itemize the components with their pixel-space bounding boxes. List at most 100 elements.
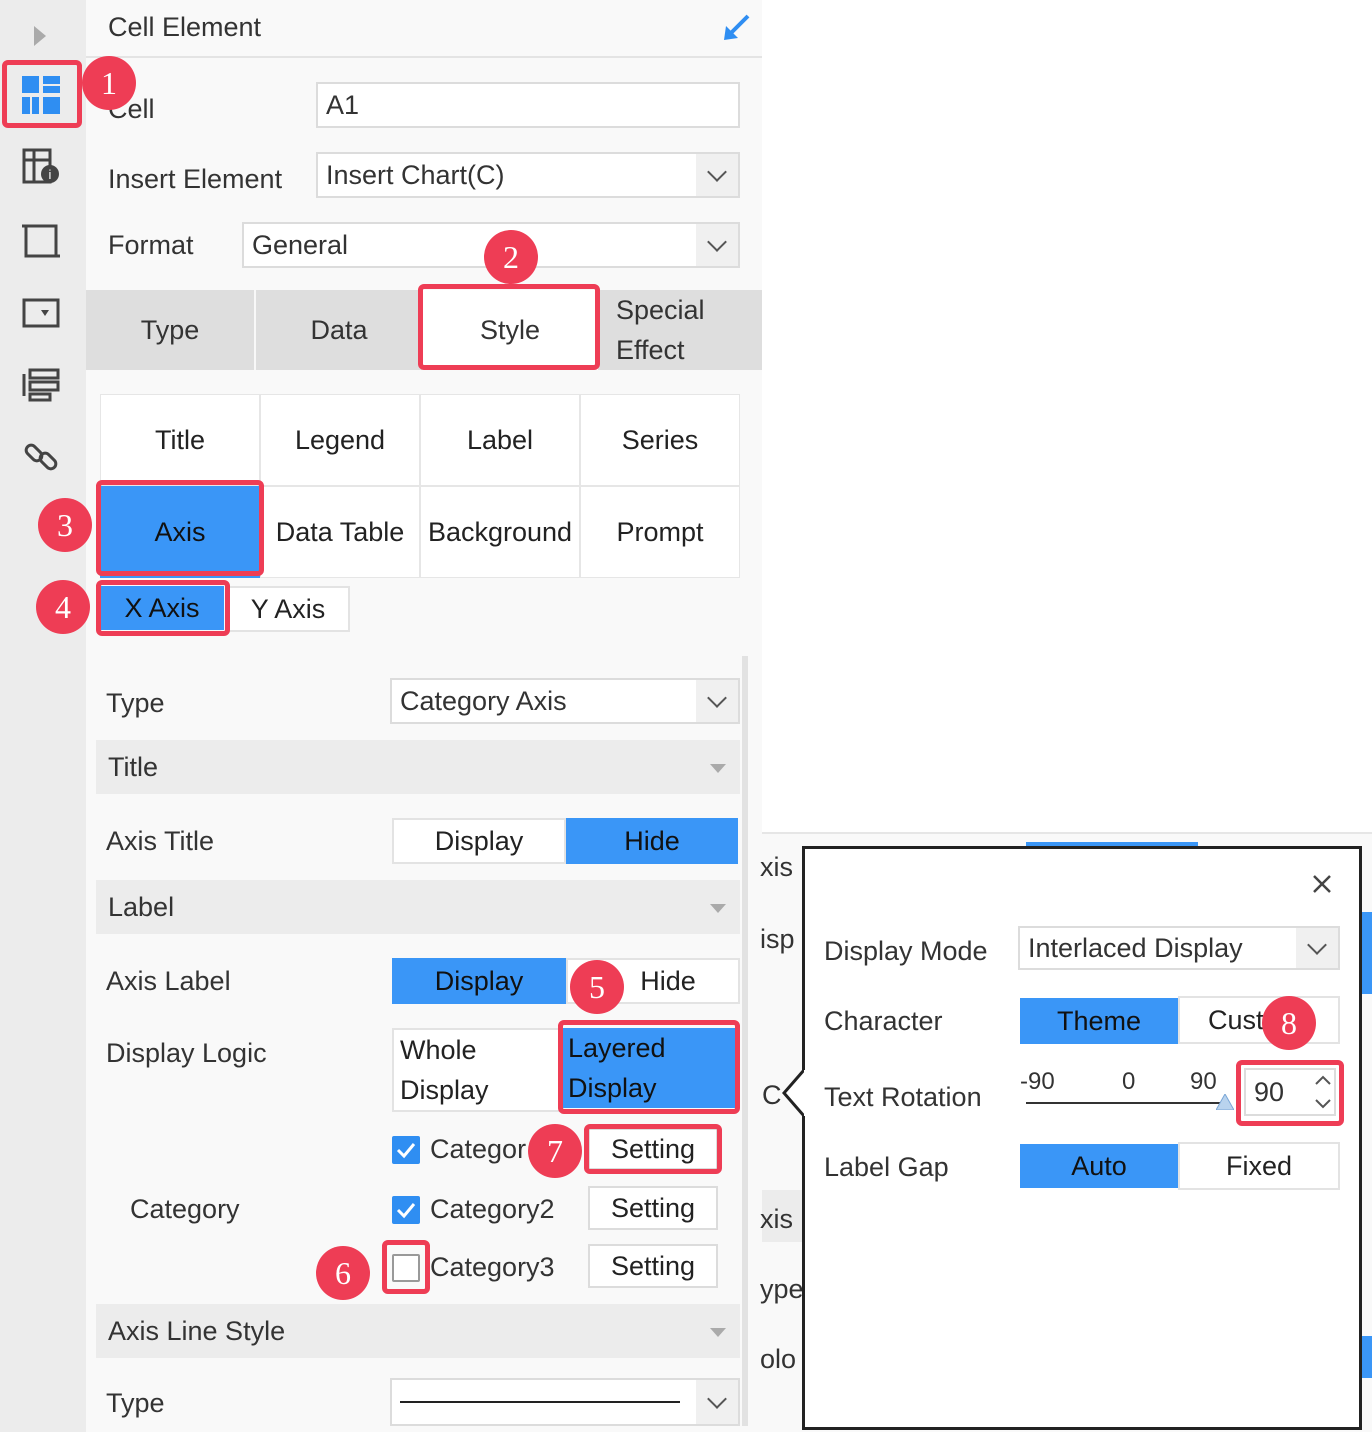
section-title-text: Axis Line Style [108,1316,286,1346]
annotation-badge-2: 2 [484,230,538,284]
cell-input[interactable]: A1 [316,82,740,128]
category2-checkbox[interactable] [392,1196,420,1224]
cell-attribute-icon[interactable]: i [22,148,60,186]
category2-setting-button[interactable]: Setting [588,1186,718,1230]
hyperlink-icon[interactable] [22,438,60,476]
background-button-fragment [1362,912,1372,994]
label-gap-label: Label Gap [824,1152,949,1182]
subtab-label: Prompt [616,516,704,547]
subtab-label: Series [621,424,699,455]
subtab-label: Label [466,424,534,455]
axis-type-label: Type [106,688,165,718]
slider-tick-min: -90 [1020,1068,1055,1095]
option-label: Cust [1208,1004,1264,1035]
axis-type-value: Category Axis [400,685,567,716]
category1-checkbox[interactable] [392,1136,420,1164]
background-text-fragment: isp [760,924,795,954]
format-label: Format [108,230,194,260]
highlight-box-3 [96,480,264,576]
axis-title-label: Axis Title [106,826,215,856]
highlight-box-7 [584,1124,722,1174]
background-text-fragment: xis [760,852,793,882]
popup-pointer [782,1069,812,1117]
tab-label: Effect [616,335,685,365]
option-label: Display [400,1075,489,1105]
chevron-down-icon[interactable] [696,224,738,266]
chevron-down-icon[interactable] [696,1380,738,1424]
option-label: Auto [1071,1150,1127,1181]
highlight-box-1 [2,60,82,128]
insert-element-label: Insert Element [108,164,283,194]
subtab-background[interactable]: Background [420,486,580,578]
tab-data[interactable]: Data [256,290,422,370]
section-title[interactable]: Title [96,740,740,794]
axis-title-hide[interactable]: Hide [566,818,738,864]
collapse-triangle-icon[interactable] [710,904,726,913]
panel-title: Cell Element [108,12,262,42]
collapse-arrow-icon[interactable] [722,12,752,42]
collapse-triangle-icon[interactable] [710,1328,726,1337]
display-mode-select[interactable]: Interlaced Display [1018,926,1340,970]
background-text-fragment: olo [760,1344,797,1374]
widget-icon[interactable] [22,294,60,332]
button-label: Setting [610,1192,696,1223]
slider-tick-max: 90 [1190,1068,1217,1095]
border-icon[interactable] [22,222,60,260]
close-icon[interactable] [1310,872,1334,896]
insert-element-value: Insert Chart(C) [326,159,505,190]
subtab-prompt[interactable]: Prompt [580,486,740,578]
label-gap-fixed[interactable]: Fixed [1178,1142,1340,1190]
option-label: Hide [640,965,696,996]
subtab-series[interactable]: Series [580,394,740,486]
background-text-fragment: xis [760,1204,793,1234]
display-mode-label: Display Mode [824,936,988,966]
section-axis-line-style[interactable]: Axis Line Style [96,1304,740,1358]
option-label: Display [434,965,524,996]
scrollbar[interactable] [742,656,748,1426]
tab-special-effect[interactable]: Special Effect [600,290,762,370]
axis-title-display[interactable]: Display [392,818,566,864]
section-title-text: Title [108,752,159,782]
axis-type-select[interactable]: Category Axis [390,678,740,724]
subtab-label[interactable]: Label [420,394,580,486]
expand-arrow-icon[interactable] [34,26,46,46]
subtab-label: Data Table [275,516,405,547]
subtab-title[interactable]: Title [100,394,260,486]
rotation-slider-track[interactable] [1026,1102,1222,1104]
subtab-data-table[interactable]: Data Table [260,486,420,578]
annotation-badge-1: 1 [82,56,136,110]
annotation-badge-7: 7 [528,1124,582,1178]
option-label: Display [434,825,524,856]
section-label[interactable]: Label [96,880,740,934]
display-logic-whole[interactable]: Whole Display [392,1028,562,1112]
tab-type[interactable]: Type [86,290,254,370]
character-theme[interactable]: Theme [1020,998,1178,1044]
tab-y-axis[interactable]: Y Axis [226,586,350,632]
collapse-triangle-icon[interactable] [710,764,726,773]
background-text-fragment: C [762,1080,782,1110]
chevron-down-icon[interactable] [1296,928,1338,968]
highlight-box-2 [418,284,600,370]
subtab-legend[interactable]: Legend [260,394,420,486]
background-text-fragment: ype [760,1274,804,1304]
axis-label-display[interactable]: Display [392,958,566,1004]
header-divider [86,56,762,58]
category3-setting-button[interactable]: Setting [588,1244,718,1288]
subtab-label: Legend [294,424,386,455]
display-mode-value: Interlaced Display [1028,932,1243,963]
tab-label: Special [616,295,705,325]
chevron-down-icon[interactable] [696,680,738,722]
format-value: General [252,229,349,260]
form-icon[interactable] [22,366,60,404]
background-panel-edge [762,832,1372,834]
label-gap-auto[interactable]: Auto [1020,1144,1178,1188]
highlight-box-6 [382,1240,430,1294]
chevron-down-icon[interactable] [696,154,738,196]
insert-element-select[interactable]: Insert Chart(C) [316,152,740,198]
slider-handle-icon[interactable] [1215,1092,1235,1111]
slider-tick-mid: 0 [1122,1068,1136,1095]
line-type-select[interactable] [390,1378,740,1426]
option-label: Hide [624,825,680,856]
option-label: Theme [1056,1005,1142,1036]
annotation-badge-4: 4 [36,580,90,634]
